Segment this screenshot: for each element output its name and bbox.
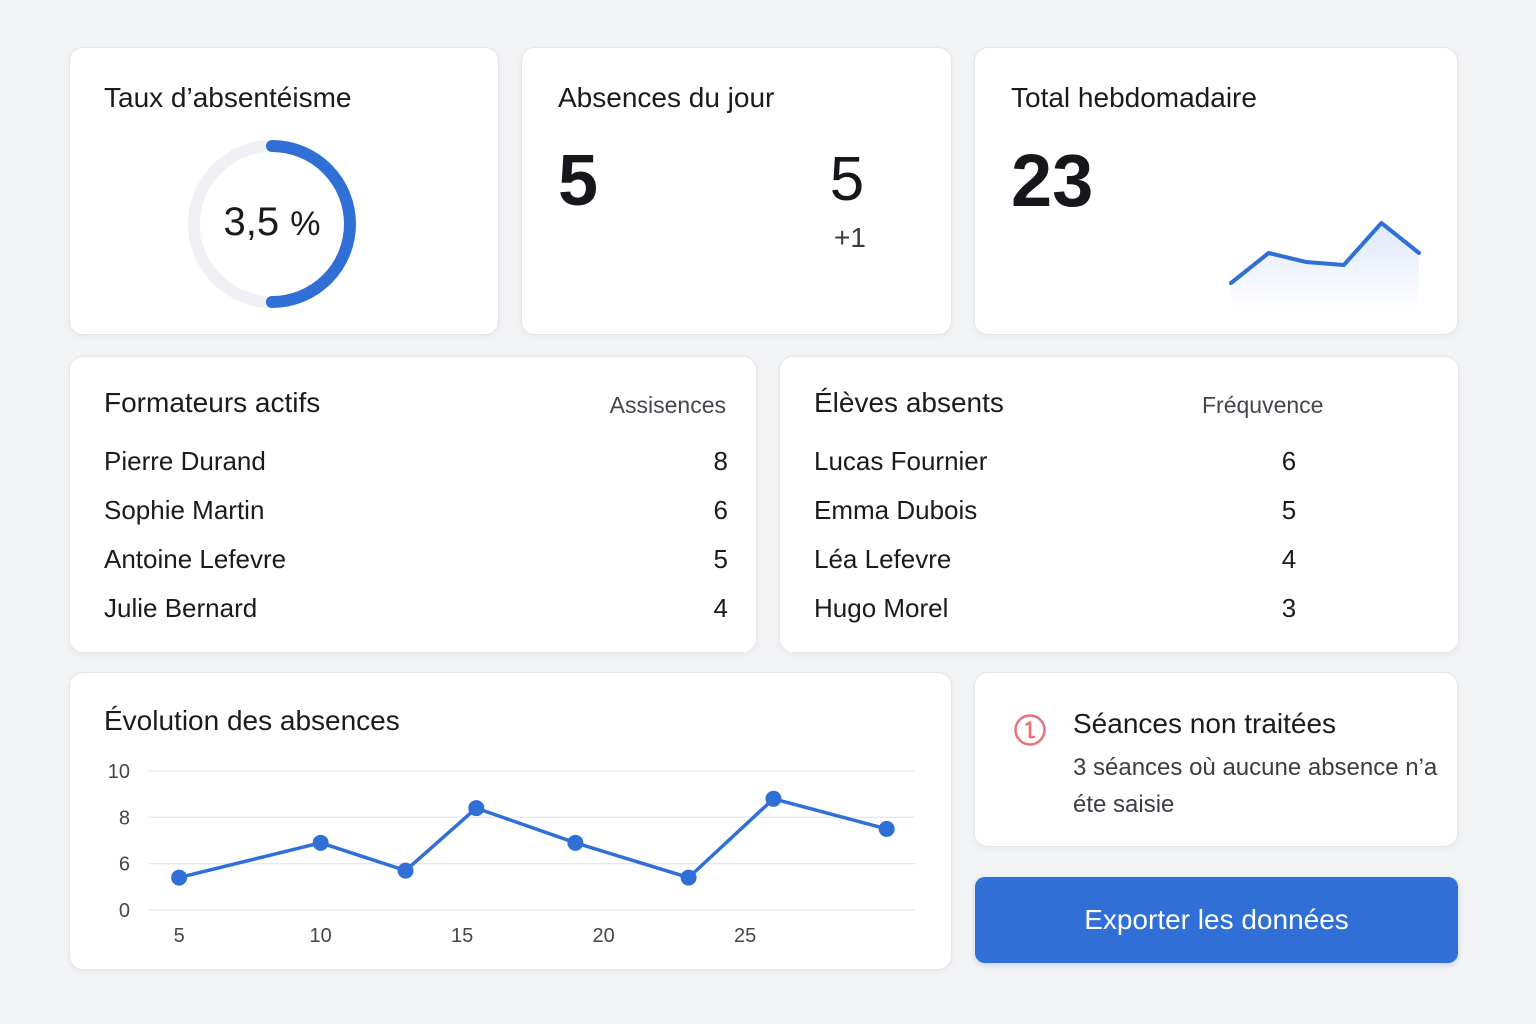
trainer-count: 8 [713,446,728,476]
x-tick-label: 10 [310,925,332,947]
unprocessed-sessions-message: 3 séances où aucune absence n’a éte sais… [1073,754,1438,818]
student-frequency: 4 [1281,544,1297,574]
alert-circle-icon [1014,714,1046,746]
x-tick-label: 5 [174,925,185,947]
weekly-sparkline [1229,221,1421,308]
trainer-name: Pierre Durand [104,446,266,476]
data-point[interactable] [765,790,782,807]
absent-students-card: Élèves absents Fréquvence Lucas Fournier… [779,356,1459,653]
table-row[interactable]: Pierre Durand 8 [104,446,728,486]
trainer-count: 4 [713,593,728,623]
student-name: Hugo Morel [814,593,949,623]
active-trainers-card: Formateurs actifs Assisences Pierre Dura… [69,356,757,653]
student-name: Lucas Fournier [814,446,988,476]
weekly-total-title: Total hebdomadaire [1011,82,1257,113]
y-tick-label: 0 [119,900,130,922]
series-line [177,797,889,880]
x-tick-label: 15 [451,925,473,947]
students-column-header: Fréquvence [1202,392,1324,418]
table-row[interactable]: Léa Lefevre 4 [814,544,1304,584]
table-row[interactable]: Lucas Fournier 6 [814,446,1304,486]
weekly-total-value: 23 [1011,139,1094,222]
trainer-name: Antoine Lefevre [104,544,287,574]
absenteeism-rate-title: Taux d’absentéisme [104,82,352,113]
absent-students-title: Élèves absents [814,387,1004,418]
data-point[interactable] [567,834,584,851]
unprocessed-sessions-title: Séances non traitées [1073,708,1337,739]
daily-absences-delta: +1 [834,222,866,253]
data-point[interactable] [468,800,485,817]
unprocessed-sessions-card[interactable]: Séances non traitées 3 séances où aucune… [974,672,1458,847]
table-row[interactable]: Julie Bernard 4 [104,593,728,633]
trainer-count: 6 [713,495,728,525]
y-tick-label: 6 [119,854,130,876]
absence-evolution-card: 10 8 6 0 5 10 15 20 25 Évolution des absences [69,672,952,970]
weekly-total-card: Total hebdomadaire 23 [974,47,1458,335]
x-tick-label: 25 [734,925,756,947]
table-row[interactable]: Antoine Lefevre 5 [104,544,728,584]
table-row[interactable]: Hugo Morel 3 [814,593,1304,633]
trainer-name: Sophie Martin [104,495,265,525]
absenteeism-rate-card: Taux d’absentéisme 3,5 % [69,47,499,335]
data-point[interactable] [680,869,697,886]
y-tick-label: 8 [119,807,130,829]
trainer-name: Julie Bernard [104,593,258,623]
trainers-column-header: Assisences [609,392,726,418]
data-point[interactable] [397,862,414,879]
daily-absences-secondary: 5 [829,145,865,214]
daily-absences-card: Absences du jour 5 5 +1 [521,47,952,335]
x-tick-label: 20 [593,925,615,947]
data-point[interactable] [878,820,895,837]
table-row[interactable]: Sophie Martin 6 [104,495,728,535]
trainer-count: 5 [713,544,728,574]
student-name: Léa Lefevre [814,544,952,574]
daily-absences-count: 5 [558,141,599,221]
table-row[interactable]: Emma Dubois 5 [814,495,1304,535]
y-tick-label: 10 [108,761,130,783]
daily-absences-title: Absences du jour [558,82,775,113]
active-trainers-title: Formateurs actifs [104,387,321,418]
rate-unit: % [290,205,321,243]
student-frequency: 6 [1281,446,1297,476]
student-frequency: 5 [1281,495,1297,525]
rate-number: 3,5 [223,200,280,244]
absence-evolution-title: Évolution des absences [104,705,400,736]
data-point[interactable] [312,834,329,851]
student-name: Emma Dubois [814,495,978,525]
data-point[interactable] [171,869,188,886]
export-data-button[interactable]: Exporter les données [975,877,1458,963]
student-frequency: 3 [1281,593,1297,623]
absenteeism-rate-value: 3,5 % [184,200,360,245]
